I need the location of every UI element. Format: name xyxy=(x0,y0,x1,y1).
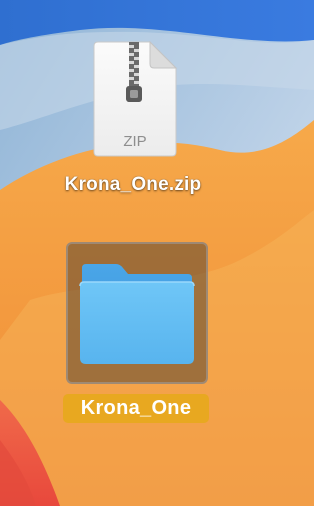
zip-badge-label: ZIP xyxy=(123,133,146,150)
zip-file-item[interactable]: ZIP xyxy=(92,40,178,158)
zip-archive-icon: ZIP xyxy=(93,40,178,157)
folder-item[interactable] xyxy=(76,260,198,370)
folder-icon xyxy=(79,264,195,364)
folder-name[interactable]: Krona_One xyxy=(63,394,209,423)
zip-file-name[interactable]: Krona_One.zip xyxy=(0,174,266,196)
